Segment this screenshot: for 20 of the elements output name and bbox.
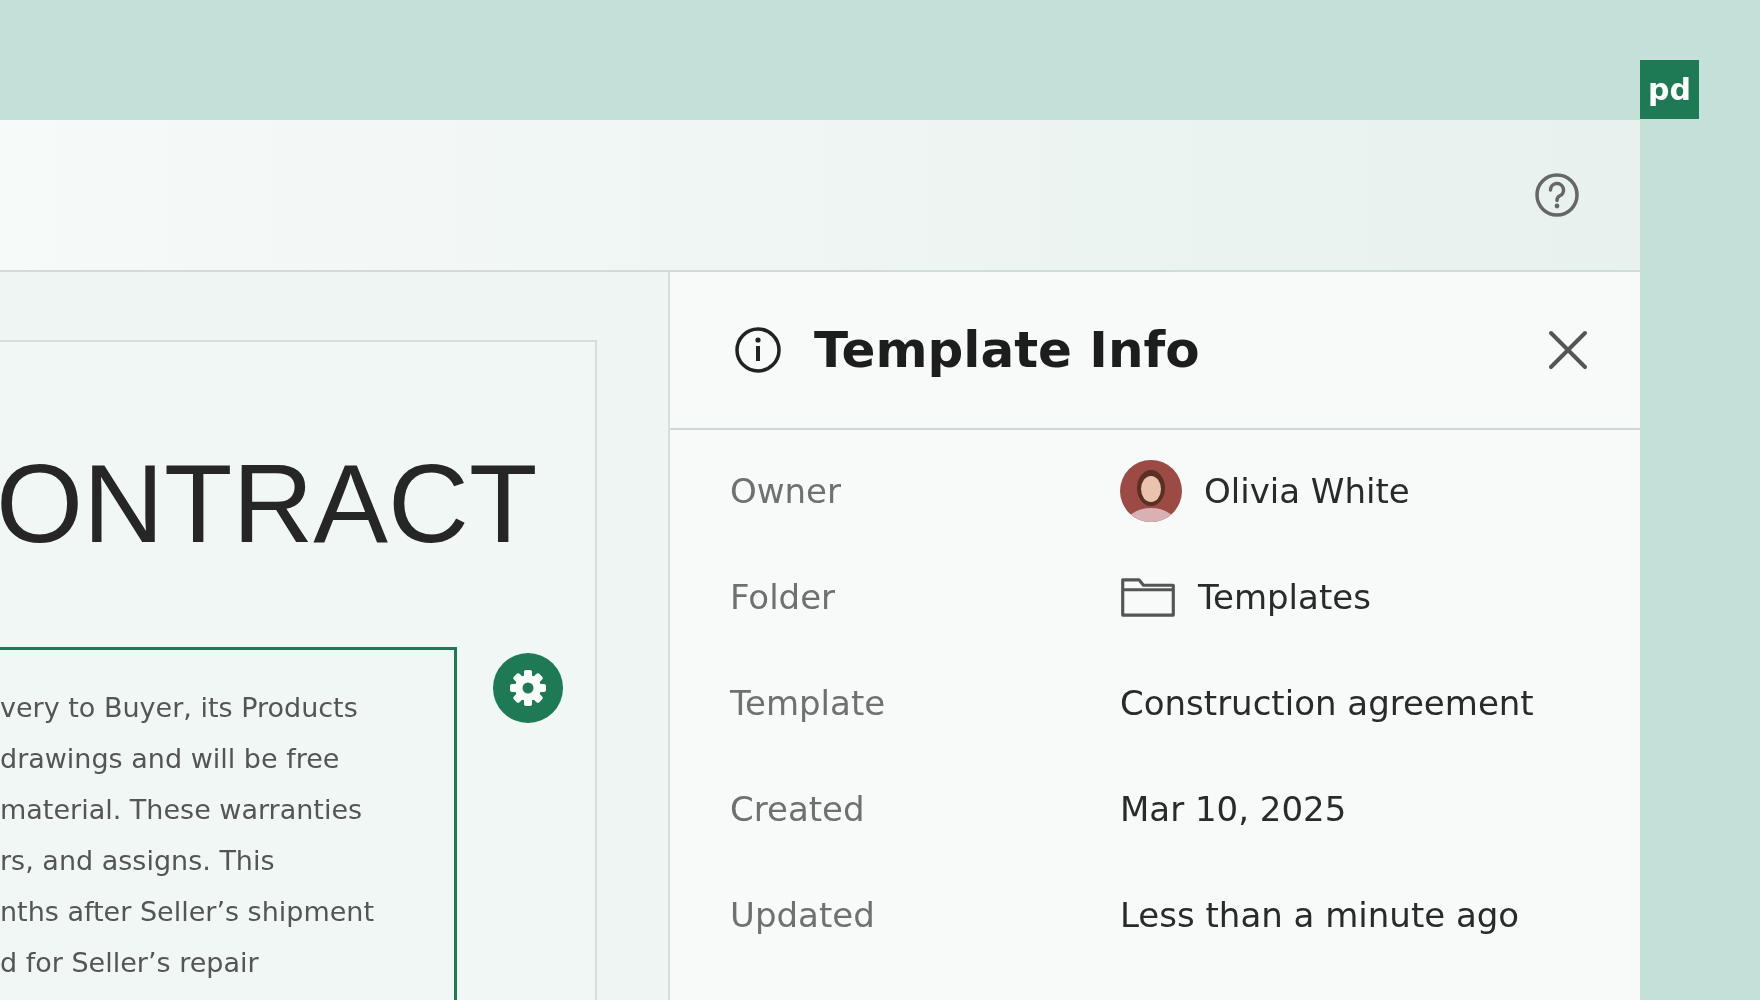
field-label: Owner (730, 471, 842, 511)
field-value: Construction agreement (1120, 683, 1534, 723)
field-value: Less than a minute ago (1120, 895, 1520, 935)
field-value: Olivia White (1204, 471, 1410, 511)
field-value: Mar 10, 2025 (1120, 789, 1347, 829)
field-label: Created (730, 789, 866, 829)
clause-text: material. These warranties (0, 793, 364, 827)
panel-title: Template Info (814, 321, 1201, 379)
field-label: Template (730, 683, 887, 723)
document-title: ONTRACT (0, 448, 539, 560)
field-label: Updated (730, 895, 876, 935)
clause-text: rs, and assigns. This (0, 844, 276, 878)
field-label: Folder (730, 577, 837, 617)
field-value: Templates (1198, 577, 1371, 617)
text-block[interactable]: very to Buyer, its Products drawings and will be free material. These warranties rs, and assigns. This nths after Seller’s shipment d for Seller’s repair (0, 647, 457, 1000)
clause-text: drawings and will be free (0, 742, 341, 776)
clause-text: very to Buyer, its Products (0, 691, 359, 725)
clause-text: d for Seller’s repair (0, 946, 260, 980)
clause-text: nths after Seller’s shipment (0, 895, 376, 929)
app-logo: pd (1640, 60, 1699, 119)
